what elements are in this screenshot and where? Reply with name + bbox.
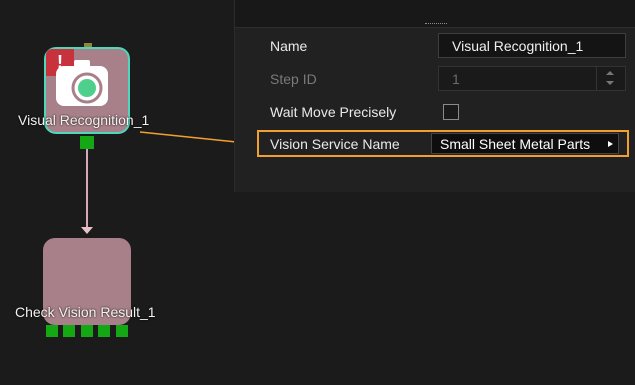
property-row-vision-service: Vision Service Name Small Sheet Metal Pa… — [235, 128, 635, 160]
node1-output-port[interactable] — [80, 136, 94, 149]
vision-service-value: Small Sheet Metal Parts — [440, 136, 591, 152]
properties-panel: Name Visual Recognition_1 Step ID 1 Wait… — [234, 0, 635, 192]
wait-move-label: Wait Move Precisely — [270, 104, 397, 120]
name-field[interactable]: Visual Recognition_1 — [438, 33, 626, 58]
node2-output-port-3[interactable] — [81, 325, 93, 337]
drag-handle-icon[interactable] — [425, 23, 447, 26]
spin-up-icon[interactable] — [606, 71, 614, 75]
step-id-label: Step ID — [270, 71, 317, 87]
node2-output-port-4[interactable] — [98, 325, 110, 337]
node2-output-port-2[interactable] — [63, 325, 75, 337]
wait-move-checkbox[interactable] — [443, 104, 459, 120]
node2-label: Check Vision Result_1 — [15, 304, 156, 320]
spin-down-icon[interactable] — [606, 81, 614, 85]
connection-arrow-icon — [81, 227, 93, 234]
panel-header — [235, 0, 635, 28]
callout-arrow — [139, 131, 250, 149]
camera-icon — [56, 60, 108, 106]
node1-label: Visual Recognition_1 — [18, 112, 150, 128]
name-label: Name — [270, 38, 308, 54]
step-id-value: 1 — [452, 71, 460, 87]
vision-service-select[interactable]: Small Sheet Metal Parts — [431, 133, 619, 154]
spin-buttons[interactable] — [596, 67, 625, 90]
vision-service-label: Vision Service Name — [270, 136, 400, 152]
dropdown-arrow-icon[interactable] — [608, 141, 613, 147]
node2-output-port-1[interactable] — [46, 325, 58, 337]
property-row-wait-move: Wait Move Precisely — [235, 96, 635, 128]
step-id-spinbox[interactable]: 1 — [438, 66, 626, 91]
node-connection — [86, 149, 88, 229]
property-row-step-id: Step ID 1 — [235, 63, 635, 95]
property-row-name: Name Visual Recognition_1 — [235, 30, 635, 62]
node2-output-port-5[interactable] — [116, 325, 128, 337]
